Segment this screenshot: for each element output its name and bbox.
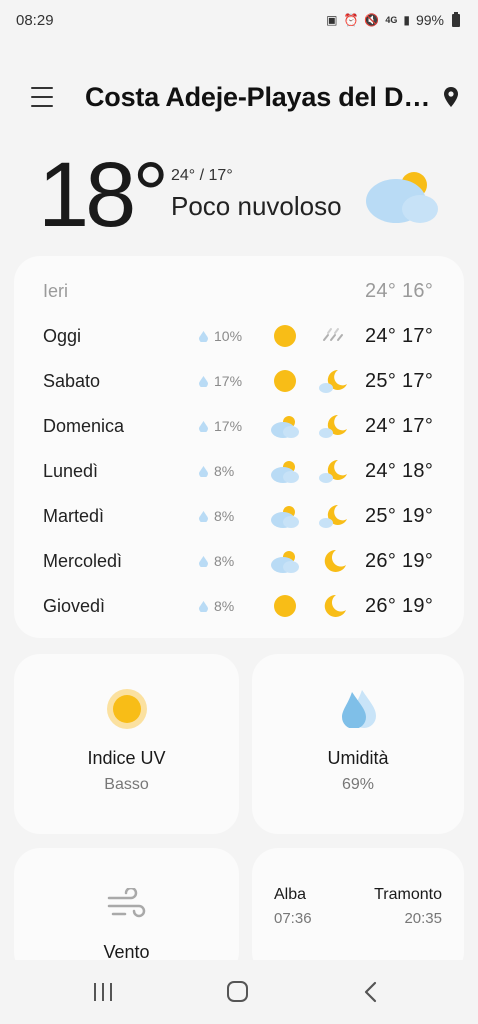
forecast-temps: 24° 18° <box>365 459 434 482</box>
forecast-day: Mercoledì <box>43 550 123 571</box>
partly-cloudy-icon <box>366 172 438 223</box>
home-icon[interactable] <box>223 980 251 1004</box>
moon-cloud-icon <box>319 369 347 393</box>
raindrop-icon <box>199 465 208 477</box>
sunrise-label: Alba <box>274 886 307 903</box>
sun-icon <box>274 370 296 392</box>
current-temperature: 18° <box>38 144 169 246</box>
precip-chance: 17% <box>214 373 243 389</box>
sunset-time: 20:35 <box>404 910 442 927</box>
forecast-day: Sabato <box>43 370 101 391</box>
forecast-row: Sabato 17% 25° 17° <box>14 361 464 401</box>
forecast-temps: 26° 19° <box>365 549 434 572</box>
precip-chance: 10% <box>214 328 243 344</box>
back-icon[interactable] <box>357 980 385 1004</box>
sun-cloud-icon <box>271 461 299 483</box>
water-drops-icon <box>342 690 376 728</box>
status-time: 08:29 <box>16 11 54 29</box>
forecast-row: Giovedì 8% 26° 19° <box>14 586 464 626</box>
mute-icon: 🔇 <box>364 13 380 27</box>
current-weather: 18° 24° / 17° Poco nuvoloso <box>0 145 478 245</box>
uv-value: Basso <box>104 776 149 793</box>
sunrise-sunset-card[interactable]: Alba 07:36 Tramonto 20:35 <box>252 848 464 978</box>
forecast-day: Martedì <box>43 505 105 526</box>
moon-icon <box>324 549 346 572</box>
weather-condition: Poco nuvoloso <box>171 191 342 221</box>
moon-cloud-icon <box>319 414 347 438</box>
precip-chance: 8% <box>214 463 235 479</box>
sun-cloud-icon <box>271 506 299 528</box>
forecast-day: Domenica <box>43 415 125 436</box>
moon-cloud-icon <box>319 459 347 483</box>
forecast-temps: 24° 17° <box>365 324 434 347</box>
forecast-row-yesterday: Ieri 24° 16° <box>14 271 464 311</box>
uv-index-card[interactable]: Indice UV Basso <box>14 654 239 834</box>
forecast-row: Mercoledì 8% 26° 19° <box>14 541 464 581</box>
raindrop-icon <box>199 420 208 432</box>
header: Costa Adeje-Playas del Du... <box>0 78 478 118</box>
humidity-card[interactable]: Umidità 69% <box>252 654 464 834</box>
sun-icon <box>274 325 296 347</box>
sun-cloud-icon <box>271 551 299 573</box>
battery-icon <box>452 11 460 27</box>
signal-icon: ▮ <box>403 13 410 27</box>
humidity-value: 69% <box>341 776 375 793</box>
alarm-icon: ⏰ <box>343 13 359 27</box>
precip-chance: 17% <box>214 418 243 434</box>
forecast-temps: 25° 17° <box>365 369 434 392</box>
location-title[interactable]: Costa Adeje-Playas del Du... <box>85 82 437 113</box>
precip-chance: 8% <box>214 598 235 614</box>
moon-cloud-icon <box>319 504 347 528</box>
system-nav-bar <box>0 960 478 1024</box>
sunrise-time: 07:36 <box>274 910 312 927</box>
wind-card[interactable]: Vento <box>14 848 239 978</box>
sun-icon <box>274 595 296 617</box>
forecast-day: Giovedì <box>43 595 106 616</box>
raindrop-icon <box>199 600 208 612</box>
forecast-row: Domenica 17% 24° 17° <box>14 406 464 446</box>
raindrop-icon <box>199 330 208 342</box>
humidity-title: Umidità <box>327 748 389 768</box>
network-type: 4G <box>385 15 398 25</box>
forecast-temps: 24° 17° <box>365 414 434 437</box>
forecast-day: Lunedì <box>43 460 99 481</box>
status-bar: 08:29 ▣ ⏰ 🔇 4G ▮ 99% <box>0 0 478 40</box>
raindrop-icon <box>199 375 208 387</box>
location-pin-icon[interactable] <box>443 87 459 107</box>
forecast-day: Oggi <box>43 325 82 346</box>
forecast-row: Martedì 8% 25° 19° <box>14 496 464 536</box>
drizzle-icon <box>323 328 343 341</box>
menu-icon[interactable] <box>31 87 53 107</box>
moon-icon <box>324 594 346 617</box>
lock-icon: ▣ <box>326 13 338 27</box>
forecast-row: Oggi 10% 24° 17° <box>14 316 464 356</box>
forecast-row: Lunedì 8% 24° 18° <box>14 451 464 491</box>
hi-lo-temperature: 24° / 17° <box>171 167 233 184</box>
uv-title: Indice UV <box>87 748 166 768</box>
battery-percent: 99% <box>415 12 444 28</box>
precip-chance: 8% <box>214 508 235 524</box>
status-icons: ▣ ⏰ 🔇 4G ▮ 99% <box>326 11 460 28</box>
forecast-temps: 25° 19° <box>365 504 434 527</box>
wind-icon <box>107 888 145 918</box>
raindrop-icon <box>199 510 208 522</box>
sunset-label: Tramonto <box>374 886 442 903</box>
forecast-temps: 26° 19° <box>365 594 434 617</box>
recent-apps-icon[interactable] <box>89 980 117 1004</box>
forecast-card[interactable]: Ieri 24° 16° Oggi 10% 24° 17° Sabato 17% 25° … <box>14 256 464 638</box>
forecast-temps: 24° 16° <box>365 279 434 302</box>
precip-chance: 8% <box>214 553 235 569</box>
sun-icon <box>106 689 147 729</box>
sun-cloud-icon <box>271 416 299 438</box>
raindrop-icon <box>199 555 208 567</box>
forecast-day: Ieri <box>43 280 69 301</box>
